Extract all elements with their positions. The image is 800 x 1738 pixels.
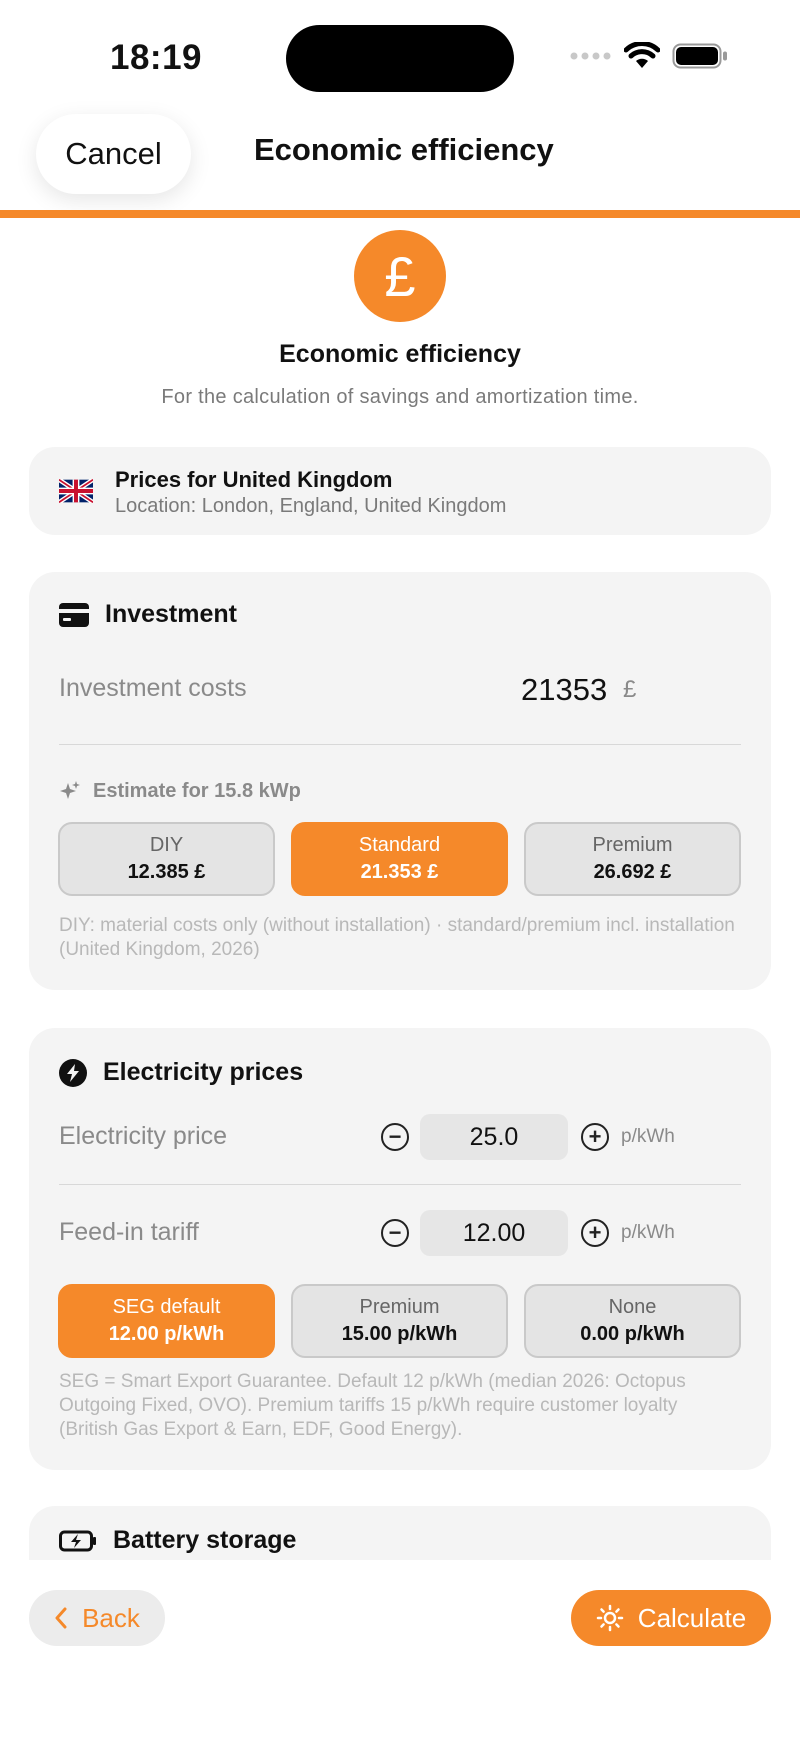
cancel-button[interactable]: Cancel bbox=[36, 114, 191, 194]
option-diy-button[interactable]: DIY 12.385 £ bbox=[58, 822, 275, 896]
back-label: Back bbox=[82, 1602, 140, 1633]
calculate-label: Calculate bbox=[637, 1602, 747, 1633]
estimate-label: Estimate for 15.8 kWp bbox=[93, 780, 301, 802]
option-price: 0.00 p/kWh bbox=[580, 1323, 685, 1345]
minus-button[interactable]: − bbox=[381, 1123, 409, 1151]
cellular-signal-icon bbox=[570, 52, 611, 60]
status-icons bbox=[570, 42, 728, 70]
feed-in-tariff-stepper: − 12.00 + p/kWh bbox=[381, 1210, 675, 1256]
battery-charging-icon bbox=[59, 1530, 96, 1551]
option-none-button[interactable]: None 0.00 p/kWh bbox=[524, 1284, 741, 1358]
option-premium-tariff-button[interactable]: Premium 15.00 p/kWh bbox=[291, 1284, 508, 1358]
back-button[interactable]: Back bbox=[29, 1590, 165, 1646]
uk-flag-icon bbox=[59, 479, 93, 503]
investment-note: DIY: material costs only (without instal… bbox=[59, 915, 735, 960]
wifi-icon bbox=[624, 42, 660, 68]
sun-icon bbox=[596, 1604, 624, 1632]
nav-header: Cancel Economic efficiency bbox=[0, 110, 800, 210]
calculate-button[interactable]: Calculate bbox=[571, 1590, 771, 1646]
option-price: 21.353 £ bbox=[360, 861, 439, 883]
feed-in-tariff-input[interactable]: 12.00 bbox=[420, 1210, 568, 1256]
minus-button[interactable]: − bbox=[381, 1219, 409, 1247]
option-standard-button[interactable]: Standard 21.353 £ bbox=[291, 822, 508, 896]
unit-label: p/kWh bbox=[621, 1126, 675, 1147]
progress-bar bbox=[0, 210, 800, 218]
plus-button[interactable]: + bbox=[581, 1123, 609, 1151]
footer-bar bbox=[0, 1560, 800, 1738]
option-price: 12.385 £ bbox=[127, 861, 206, 883]
bolt-icon bbox=[59, 1058, 87, 1087]
battery-heading: Battery storage bbox=[113, 1526, 297, 1554]
option-name: DIY bbox=[149, 834, 184, 856]
unit-label: p/kWh bbox=[621, 1222, 675, 1243]
location-title: Prices for United Kingdom bbox=[115, 467, 393, 492]
investment-costs-label: Investment costs bbox=[59, 674, 247, 702]
minus-icon: − bbox=[388, 1220, 402, 1245]
option-name: SEG default bbox=[112, 1296, 221, 1318]
location-subtitle: Location: London, England, United Kingdo… bbox=[115, 495, 507, 517]
option-price: 12.00 p/kWh bbox=[108, 1323, 225, 1345]
option-name: Premium bbox=[592, 834, 673, 856]
electricity-price-stepper: − 25.0 + p/kWh bbox=[381, 1114, 675, 1160]
section-title: Economic efficiency bbox=[279, 340, 521, 368]
option-name: None bbox=[608, 1296, 657, 1318]
plus-button[interactable]: + bbox=[581, 1219, 609, 1247]
investment-card: Investment Investment costs 21353 £ Esti… bbox=[29, 572, 771, 990]
electricity-price-input[interactable]: 25.0 bbox=[420, 1114, 568, 1160]
option-seg-default-button[interactable]: SEG default 12.00 p/kWh bbox=[58, 1284, 275, 1358]
investment-costs-input[interactable]: 21353 bbox=[521, 672, 607, 708]
divider bbox=[59, 1184, 741, 1185]
status-bar: 18:19 bbox=[0, 0, 800, 110]
section-subtitle: For the calculation of savings and amort… bbox=[161, 386, 639, 408]
investment-options: DIY 12.385 £ Standard 21.353 £ Premium 2… bbox=[58, 822, 741, 896]
electricity-header: Electricity prices bbox=[59, 1058, 303, 1087]
feed-in-tariff-label: Feed-in tariff bbox=[59, 1218, 199, 1246]
option-name: Premium bbox=[359, 1296, 440, 1318]
pound-icon: £ bbox=[354, 230, 446, 322]
option-price: 26.692 £ bbox=[593, 861, 672, 883]
investment-header: Investment bbox=[59, 600, 237, 629]
tariff-options: SEG default 12.00 p/kWh Premium 15.00 p/… bbox=[58, 1284, 741, 1358]
investment-unit: £ bbox=[623, 676, 637, 703]
divider bbox=[59, 744, 741, 745]
sparkles-icon bbox=[60, 780, 80, 799]
option-price: 15.00 p/kWh bbox=[341, 1323, 458, 1345]
electricity-note: SEG = Smart Export Guarantee. Default 12… bbox=[59, 1371, 686, 1440]
option-premium-button[interactable]: Premium 26.692 £ bbox=[524, 822, 741, 896]
plus-icon: + bbox=[588, 1124, 602, 1149]
credit-card-icon bbox=[59, 602, 89, 627]
electricity-heading: Electricity prices bbox=[103, 1058, 304, 1086]
plus-icon: + bbox=[588, 1220, 602, 1245]
electricity-card: Electricity prices Electricity price − 2… bbox=[29, 1028, 771, 1470]
status-time: 18:19 bbox=[110, 38, 203, 77]
dynamic-island bbox=[286, 25, 514, 92]
investment-heading: Investment bbox=[105, 600, 237, 628]
chevron-left-icon bbox=[55, 1607, 67, 1629]
estimate-row: Estimate for 15.8 kWp bbox=[59, 780, 301, 803]
page-title: Economic efficiency bbox=[254, 132, 554, 167]
option-name: Standard bbox=[358, 834, 441, 856]
electricity-price-label: Electricity price bbox=[59, 1122, 228, 1150]
minus-icon: − bbox=[388, 1124, 402, 1149]
battery-header: Battery storage bbox=[59, 1526, 296, 1555]
location-card: Prices for United Kingdom Location: Lond… bbox=[29, 447, 771, 535]
battery-icon bbox=[672, 43, 727, 69]
